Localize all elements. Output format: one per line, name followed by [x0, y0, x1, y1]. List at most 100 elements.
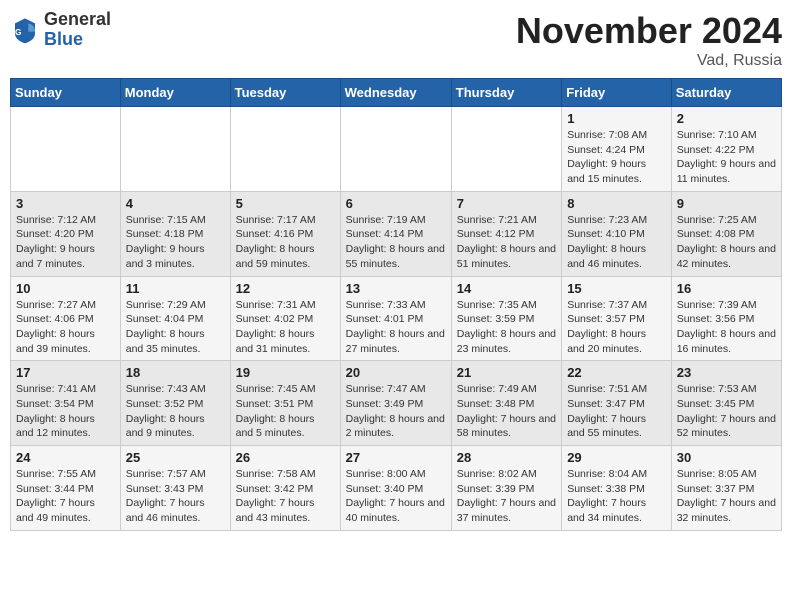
- day-number: 20: [346, 365, 446, 380]
- calendar-cell: 19 Sunrise: 7:45 AM Sunset: 3:51 PM Dayli…: [230, 361, 340, 446]
- day-number: 9: [677, 196, 776, 211]
- day-number: 7: [457, 196, 556, 211]
- weekday-header-tuesday: Tuesday: [230, 79, 340, 107]
- day-number: 28: [457, 450, 556, 465]
- logo: G General Blue: [10, 10, 111, 50]
- day-number: 10: [16, 281, 115, 296]
- calendar-cell: 3 Sunrise: 7:12 AM Sunset: 4:20 PM Daylig…: [11, 191, 121, 276]
- calendar-cell: 4Sunrise: 7:15 AM Sunset: 4:18 PM Daylig…: [120, 191, 230, 276]
- day-info: Sunrise: 7:55 AM Sunset: 3:44 PM Dayligh…: [16, 467, 115, 526]
- calendar-cell: 20Sunrise: 7:47 AM Sunset: 3:49 PM Dayli…: [340, 361, 451, 446]
- calendar-cell: [230, 107, 340, 192]
- day-number: 27: [346, 450, 446, 465]
- weekday-header-sunday: Sunday: [11, 79, 121, 107]
- day-number: 22: [567, 365, 666, 380]
- day-number: 6: [346, 196, 446, 211]
- day-info: Sunrise: 8:02 AM Sunset: 3:39 PM Dayligh…: [457, 467, 556, 526]
- day-info: Sunrise: 7:49 AM Sunset: 3:48 PM Dayligh…: [457, 382, 556, 441]
- day-number: 29: [567, 450, 666, 465]
- title-area: November 2024 Vad, Russia: [516, 10, 782, 70]
- calendar-cell: 8 Sunrise: 7:23 AM Sunset: 4:10 PM Daylig…: [562, 191, 672, 276]
- day-number: 3: [16, 196, 115, 211]
- weekday-header-friday: Friday: [562, 79, 672, 107]
- weekday-header-monday: Monday: [120, 79, 230, 107]
- day-info: Sunrise: 7:57 AM Sunset: 3:43 PM Dayligh…: [126, 467, 225, 526]
- calendar-table: SundayMondayTuesdayWednesdayThursdayFrid…: [10, 78, 782, 531]
- calendar-week-row: 24 Sunrise: 7:55 AM Sunset: 3:44 PM Dayli…: [11, 446, 782, 531]
- calendar-cell: 30 Sunrise: 8:05 AM Sunset: 3:37 PM Dayli…: [671, 446, 781, 531]
- day-number: 30: [677, 450, 776, 465]
- calendar-cell: 24 Sunrise: 7:55 AM Sunset: 3:44 PM Dayli…: [11, 446, 121, 531]
- day-info: Sunrise: 7:21 AM Sunset: 4:12 PM Dayligh…: [457, 213, 556, 272]
- calendar-cell: 17 Sunrise: 7:41 AM Sunset: 3:54 PM Dayli…: [11, 361, 121, 446]
- day-number: 11: [126, 281, 225, 296]
- day-info: Sunrise: 7:27 AM Sunset: 4:06 PM Dayligh…: [16, 298, 115, 357]
- day-info: Sunrise: 7:58 AM Sunset: 3:42 PM Dayligh…: [236, 467, 335, 526]
- calendar-cell: [340, 107, 451, 192]
- calendar-cell: 23 Sunrise: 7:53 AM Sunset: 3:45 PM Dayli…: [671, 361, 781, 446]
- day-info: Sunrise: 7:35 AM Sunset: 3:59 PM Dayligh…: [457, 298, 556, 357]
- day-info: Sunrise: 7:33 AM Sunset: 4:01 PM Dayligh…: [346, 298, 446, 357]
- calendar-cell: 7 Sunrise: 7:21 AM Sunset: 4:12 PM Daylig…: [451, 191, 561, 276]
- day-number: 23: [677, 365, 776, 380]
- calendar-cell: [451, 107, 561, 192]
- day-number: 1: [567, 111, 666, 126]
- weekday-header-thursday: Thursday: [451, 79, 561, 107]
- weekday-header-row: SundayMondayTuesdayWednesdayThursdayFrid…: [11, 79, 782, 107]
- calendar-cell: 14 Sunrise: 7:35 AM Sunset: 3:59 PM Dayli…: [451, 276, 561, 361]
- day-info: Sunrise: 7:17 AM Sunset: 4:16 PM Dayligh…: [236, 213, 335, 272]
- calendar-cell: [120, 107, 230, 192]
- calendar-cell: 11 Sunrise: 7:29 AM Sunset: 4:04 PM Dayli…: [120, 276, 230, 361]
- calendar-cell: 27 Sunrise: 8:00 AM Sunset: 3:40 PM Dayli…: [340, 446, 451, 531]
- calendar-cell: 28 Sunrise: 8:02 AM Sunset: 3:39 PM Dayli…: [451, 446, 561, 531]
- calendar-week-row: 17 Sunrise: 7:41 AM Sunset: 3:54 PM Dayli…: [11, 361, 782, 446]
- calendar-week-row: 3 Sunrise: 7:12 AM Sunset: 4:20 PM Daylig…: [11, 191, 782, 276]
- day-info: Sunrise: 7:37 AM Sunset: 3:57 PM Dayligh…: [567, 298, 666, 357]
- svg-text:G: G: [15, 27, 21, 37]
- day-number: 19: [236, 365, 335, 380]
- day-info: Sunrise: 7:51 AM Sunset: 3:47 PM Dayligh…: [567, 382, 666, 441]
- calendar-cell: 26 Sunrise: 7:58 AM Sunset: 3:42 PM Dayli…: [230, 446, 340, 531]
- day-number: 17: [16, 365, 115, 380]
- day-info: Sunrise: 8:04 AM Sunset: 3:38 PM Dayligh…: [567, 467, 666, 526]
- weekday-header-wednesday: Wednesday: [340, 79, 451, 107]
- day-info: Sunrise: 7:53 AM Sunset: 3:45 PM Dayligh…: [677, 382, 776, 441]
- calendar-cell: 2Sunrise: 7:10 AM Sunset: 4:22 PM Daylig…: [671, 107, 781, 192]
- calendar-cell: 29 Sunrise: 8:04 AM Sunset: 3:38 PM Dayli…: [562, 446, 672, 531]
- calendar-cell: 25 Sunrise: 7:57 AM Sunset: 3:43 PM Dayli…: [120, 446, 230, 531]
- calendar-cell: 12 Sunrise: 7:31 AM Sunset: 4:02 PM Dayli…: [230, 276, 340, 361]
- day-info: Sunrise: 7:12 AM Sunset: 4:20 PM Dayligh…: [16, 213, 115, 272]
- weekday-header-saturday: Saturday: [671, 79, 781, 107]
- day-number: 21: [457, 365, 556, 380]
- location-title: Vad, Russia: [516, 52, 782, 70]
- day-number: 8: [567, 196, 666, 211]
- logo-text: General Blue: [44, 10, 111, 50]
- day-info: Sunrise: 7:41 AM Sunset: 3:54 PM Dayligh…: [16, 382, 115, 441]
- month-title: November 2024: [516, 10, 782, 52]
- day-number: 18: [126, 365, 225, 380]
- day-number: 15: [567, 281, 666, 296]
- day-info: Sunrise: 7:25 AM Sunset: 4:08 PM Dayligh…: [677, 213, 776, 272]
- calendar-cell: 1Sunrise: 7:08 AM Sunset: 4:24 PM Daylig…: [562, 107, 672, 192]
- day-number: 24: [16, 450, 115, 465]
- day-number: 26: [236, 450, 335, 465]
- day-info: Sunrise: 7:23 AM Sunset: 4:10 PM Dayligh…: [567, 213, 666, 272]
- calendar-cell: 22 Sunrise: 7:51 AM Sunset: 3:47 PM Dayli…: [562, 361, 672, 446]
- day-info: Sunrise: 8:05 AM Sunset: 3:37 PM Dayligh…: [677, 467, 776, 526]
- calendar-cell: 15 Sunrise: 7:37 AM Sunset: 3:57 PM Dayli…: [562, 276, 672, 361]
- calendar-week-row: 1Sunrise: 7:08 AM Sunset: 4:24 PM Daylig…: [11, 107, 782, 192]
- day-info: Sunrise: 7:29 AM Sunset: 4:04 PM Dayligh…: [126, 298, 225, 357]
- day-info: Sunrise: 7:10 AM Sunset: 4:22 PM Dayligh…: [677, 128, 776, 187]
- day-number: 4: [126, 196, 225, 211]
- calendar-cell: 21 Sunrise: 7:49 AM Sunset: 3:48 PM Dayli…: [451, 361, 561, 446]
- day-number: 5: [236, 196, 335, 211]
- day-number: 13: [346, 281, 446, 296]
- day-number: 12: [236, 281, 335, 296]
- calendar-cell: 10 Sunrise: 7:27 AM Sunset: 4:06 PM Dayli…: [11, 276, 121, 361]
- day-number: 25: [126, 450, 225, 465]
- day-info: Sunrise: 7:45 AM Sunset: 3:51 PM Dayligh…: [236, 382, 335, 441]
- day-info: Sunrise: 8:00 AM Sunset: 3:40 PM Dayligh…: [346, 467, 446, 526]
- day-number: 14: [457, 281, 556, 296]
- day-info: Sunrise: 7:31 AM Sunset: 4:02 PM Dayligh…: [236, 298, 335, 357]
- calendar-cell: [11, 107, 121, 192]
